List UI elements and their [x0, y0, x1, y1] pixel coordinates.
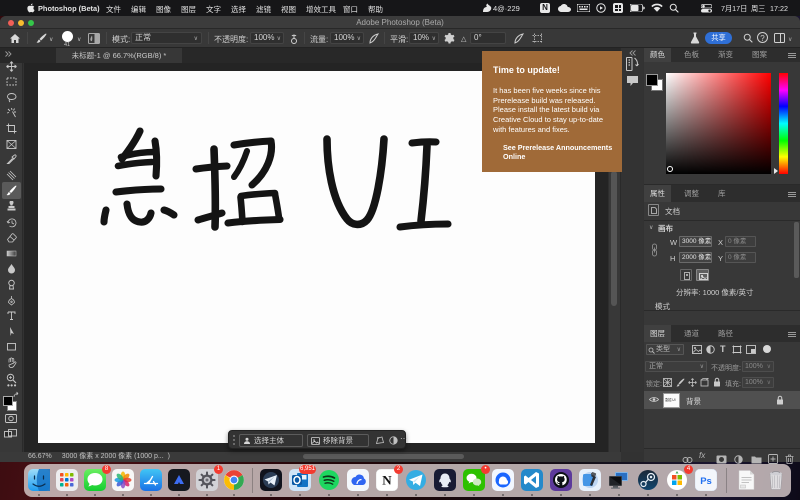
svg-text:Ps: Ps: [700, 476, 712, 487]
svg-text:N: N: [382, 473, 392, 488]
